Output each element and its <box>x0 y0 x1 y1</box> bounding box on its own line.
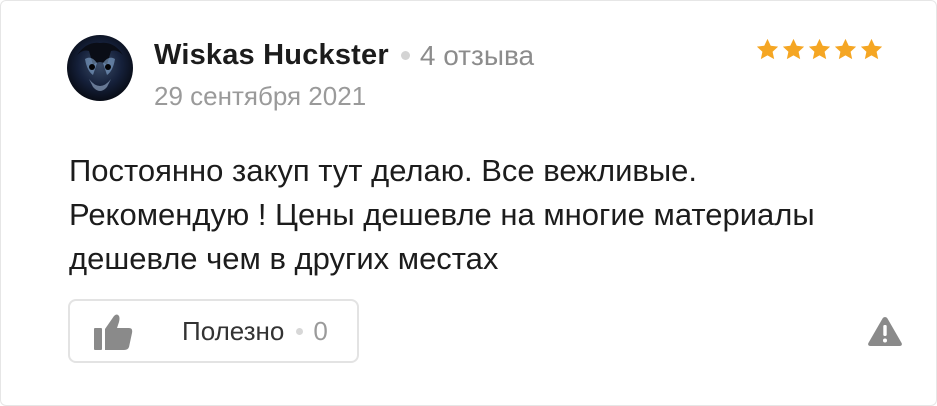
author-row: Wiskas Huckster 4 отзыва <box>154 39 534 72</box>
review-text: Постоянно закуп тут делаю. Все вежливые.… <box>69 153 815 276</box>
star-icon <box>834 38 857 60</box>
useful-count: 0 <box>313 315 328 346</box>
review-card: Wiskas Huckster 4 отзыва 29 сентября 202… <box>0 0 937 406</box>
review-date: 29 сентября 2021 <box>154 81 367 111</box>
thumbs-up-icon <box>94 314 133 350</box>
author-name[interactable]: Wiskas Huckster <box>154 39 389 72</box>
review-count[interactable]: 4 отзыва <box>420 40 534 72</box>
star-rating <box>755 37 884 62</box>
separator-dot <box>400 51 410 60</box>
separator-dot <box>296 327 304 335</box>
star-icon <box>808 38 831 60</box>
avatar[interactable] <box>67 35 133 101</box>
star-icon <box>782 38 805 60</box>
star-icon <box>860 38 883 60</box>
warning-triangle-icon[interactable] <box>867 315 903 347</box>
useful-label: Полезно <box>182 315 285 346</box>
useful-button[interactable]: Полезно 0 <box>68 299 359 363</box>
star-icon <box>756 38 779 60</box>
